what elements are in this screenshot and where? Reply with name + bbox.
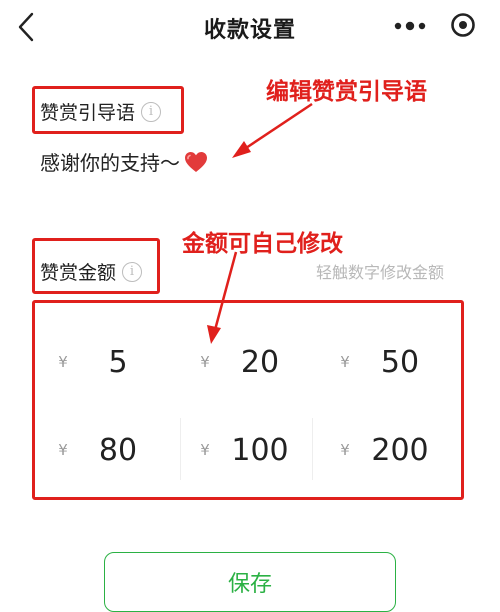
- amount-value: 20: [240, 344, 280, 380]
- grid-divider: [180, 418, 181, 480]
- amount-option[interactable]: ¥ 80: [40, 410, 172, 490]
- currency-symbol: ¥: [200, 353, 210, 371]
- amount-option[interactable]: ¥ 20: [182, 322, 314, 402]
- currency-symbol: ¥: [340, 441, 350, 459]
- amount-value: 100: [231, 432, 289, 468]
- currency-symbol: ¥: [340, 353, 350, 371]
- amount-value: 80: [98, 432, 138, 468]
- annotation-amount-note: 金额可自己修改: [182, 231, 343, 257]
- amount-value: 50: [380, 344, 420, 380]
- amount-label-text: 赞赏金额: [40, 262, 117, 284]
- amount-option[interactable]: ¥ 5: [40, 322, 172, 402]
- amount-option[interactable]: ¥ 200: [322, 410, 454, 490]
- currency-symbol: ¥: [58, 441, 68, 459]
- amount-option[interactable]: ¥ 50: [322, 322, 454, 402]
- info-icon[interactable]: i: [122, 261, 143, 282]
- amount-value: 200: [371, 432, 429, 468]
- amount-value: 5: [108, 344, 128, 380]
- currency-symbol: ¥: [200, 441, 210, 459]
- save-button[interactable]: 保存: [104, 552, 396, 612]
- amount-option[interactable]: ¥ 100: [182, 410, 314, 490]
- currency-symbol: ¥: [58, 353, 68, 371]
- amount-label: 赞赏金额 i: [40, 258, 143, 285]
- annotation-arrow-guide: [232, 102, 313, 158]
- amount-hint: 轻触数字修改金额: [316, 263, 445, 282]
